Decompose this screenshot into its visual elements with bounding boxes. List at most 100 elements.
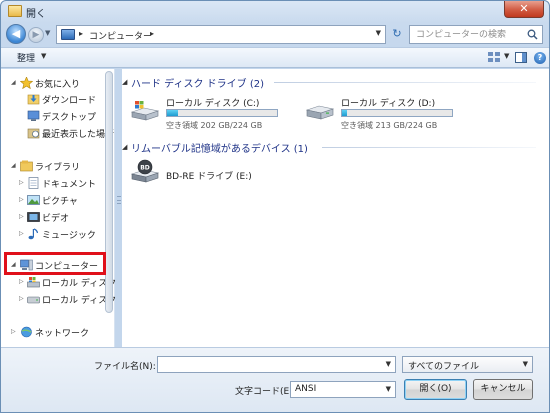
sidebar-item-documents[interactable]: ▷ ドキュメント xyxy=(1,175,115,191)
sidebar-item-pictures[interactable]: ▷ ピクチャ xyxy=(1,192,115,208)
recent-places-icon xyxy=(27,128,40,139)
drive-item-local-disk-c[interactable]: ローカル ディスク (C:) 空き領域 202 GB/224 GB xyxy=(130,96,290,132)
collapsed-arrow-icon[interactable]: ▷ xyxy=(11,328,16,335)
title-bar: 開く ✕ xyxy=(1,1,549,23)
group-divider xyxy=(274,82,536,83)
forward-button[interactable]: ▶ xyxy=(28,27,44,43)
navigation-pane: ◢ お気に入り ダウンロード デスクトップ 最近表示した場所 ◢ ライブラリ ▷… xyxy=(1,69,115,347)
filename-label: ファイル名(N): xyxy=(94,362,156,372)
command-toolbar: 整理 ▼ ▼ ? xyxy=(1,47,549,68)
encoding-value: ANSI xyxy=(295,384,317,394)
highlight-annotation xyxy=(4,252,106,275)
sidebar-item-libraries[interactable]: ◢ ライブラリ xyxy=(1,158,115,174)
encoding-label: 文字コード(E): xyxy=(235,387,296,397)
collapsed-arrow-icon[interactable]: ▷ xyxy=(19,179,24,186)
pane-splitter-grip[interactable] xyxy=(117,196,121,204)
open-button[interactable]: 開く(O) xyxy=(404,379,467,400)
removable-group-header[interactable]: ◢ リムーバブル記憶域があるデバイス (1) xyxy=(122,139,542,155)
pictures-icon xyxy=(27,195,40,205)
disk-icon xyxy=(305,105,335,120)
collapsed-arrow-icon[interactable]: ▷ xyxy=(19,230,24,237)
filename-combobox[interactable]: ▼ xyxy=(157,356,396,373)
address-dropdown-icon[interactable]: ▼ xyxy=(376,29,381,37)
sidebar-item-label: 最近表示した場所 xyxy=(42,130,115,140)
view-dropdown-icon[interactable]: ▼ xyxy=(504,52,509,60)
filename-dropdown-icon[interactable]: ▼ xyxy=(386,360,391,368)
filetype-select[interactable]: すべてのファイル ▼ xyxy=(402,356,533,373)
sidebar-item-label: デスクトップ xyxy=(42,113,97,123)
sidebar-item-local-disk-c[interactable]: ▷ ローカル ディスク (C:) xyxy=(1,274,115,290)
drive-free-space: 空き領域 202 GB/224 GB xyxy=(166,121,263,130)
drive-usage-fill xyxy=(342,110,348,116)
organize-button[interactable]: 整理 xyxy=(17,51,35,64)
expanded-arrow-icon[interactable]: ◢ xyxy=(11,79,16,86)
history-dropdown-icon[interactable]: ▼ xyxy=(45,29,50,37)
folder-icon xyxy=(8,5,22,17)
group-title: ハード ディスク ドライブ (2) xyxy=(131,79,265,90)
address-bar[interactable]: ▸ コンピューター ▸ ▼ xyxy=(56,25,386,44)
sidebar-item-label: ライブラリ xyxy=(35,163,81,173)
group-collapse-icon[interactable]: ◢ xyxy=(122,78,127,86)
window-title: 開く xyxy=(26,9,46,20)
music-icon xyxy=(28,228,39,240)
preview-pane-icon[interactable] xyxy=(515,52,527,63)
network-icon xyxy=(21,326,32,338)
disk-icon xyxy=(27,296,40,304)
sidebar-item-favorites[interactable]: ◢ お気に入り xyxy=(1,75,115,91)
collapsed-arrow-icon[interactable]: ▷ xyxy=(19,278,24,285)
sidebar-item-label: ミュージック xyxy=(42,231,96,241)
sidebar-item-local-disk-d[interactable]: ▷ ローカル ディスク (D:) xyxy=(1,291,115,307)
sidebar-item-recent-places[interactable]: 最近表示した場所 xyxy=(1,125,115,141)
search-box[interactable] xyxy=(409,25,543,44)
sidebar-item-downloads[interactable]: ダウンロード xyxy=(1,91,115,107)
bd-drive-icon: BD xyxy=(130,159,160,183)
refresh-button[interactable]: ↻ xyxy=(388,25,406,44)
back-button[interactable]: ◀ xyxy=(6,24,26,44)
encoding-select[interactable]: ANSI ▼ xyxy=(290,381,396,398)
file-controls-panel: ファイル名(N): ▼ すべてのファイル ▼ 文字コード(E): ANSI ▼ … xyxy=(1,347,549,412)
windows-disk-icon xyxy=(27,277,40,288)
sidebar-item-network[interactable]: ▷ ネットワーク xyxy=(1,324,115,340)
filetype-value: すべてのファイル xyxy=(408,362,480,372)
breadcrumb-computer[interactable]: コンピューター xyxy=(89,29,152,42)
expanded-arrow-icon[interactable]: ◢ xyxy=(11,162,16,169)
drive-item-local-disk-d[interactable]: ローカル ディスク (D:) 空き領域 213 GB/224 GB xyxy=(305,96,465,132)
close-button[interactable]: ✕ xyxy=(504,1,544,18)
videos-icon xyxy=(27,212,40,222)
drive-name: ローカル ディスク (D:) xyxy=(341,99,436,109)
sidebar-item-desktop[interactable]: デスクトップ xyxy=(1,108,115,124)
organize-dropdown-icon[interactable]: ▼ xyxy=(41,52,46,60)
computer-icon xyxy=(61,29,75,40)
hdd-group-header[interactable]: ◢ ハード ディスク ドライブ (2) xyxy=(122,74,542,90)
drive-usage-bar xyxy=(341,109,453,117)
search-icon[interactable] xyxy=(527,29,538,40)
drive-usage-fill xyxy=(167,110,178,116)
bd-badge-text: BD xyxy=(140,165,150,172)
sidebar-item-music[interactable]: ▷ ミュージック xyxy=(1,226,115,242)
change-view-icon[interactable] xyxy=(488,52,500,63)
collapsed-arrow-icon[interactable]: ▷ xyxy=(19,196,24,203)
group-collapse-icon[interactable]: ◢ xyxy=(122,143,127,151)
filename-input[interactable] xyxy=(158,357,380,372)
group-title: リムーバブル記憶域があるデバイス (1) xyxy=(131,144,308,155)
navigation-bar: ◀ ▶ ▼ ▸ コンピューター ▸ ▼ ↻ xyxy=(1,23,549,45)
sidebar-item-videos[interactable]: ▷ ビデオ xyxy=(1,209,115,225)
breadcrumb-separator-icon[interactable]: ▸ xyxy=(79,29,83,38)
desktop-icon xyxy=(27,110,40,121)
sidebar-item-label: ピクチャ xyxy=(42,197,78,207)
navigation-scrollbar[interactable] xyxy=(105,71,113,313)
search-input[interactable] xyxy=(410,26,524,43)
encoding-dropdown-icon[interactable]: ▼ xyxy=(386,385,391,393)
drive-name: BD-RE ドライブ (E:) xyxy=(166,172,252,182)
breadcrumb-separator-icon[interactable]: ▸ xyxy=(150,29,154,38)
collapsed-arrow-icon[interactable]: ▷ xyxy=(19,213,24,220)
cancel-button[interactable]: キャンセル xyxy=(473,379,533,400)
sidebar-item-label: ネットワーク xyxy=(35,329,90,339)
filetype-dropdown-icon[interactable]: ▼ xyxy=(523,360,528,368)
library-icon xyxy=(20,160,33,172)
content-pane: ◢ ハード ディスク ドライブ (2) ローカル ディスク (C:) 空き領域 … xyxy=(122,69,549,347)
collapsed-arrow-icon[interactable]: ▷ xyxy=(19,295,24,302)
drive-name: ローカル ディスク (C:) xyxy=(166,99,260,109)
help-icon[interactable]: ? xyxy=(534,52,546,64)
drive-free-space: 空き領域 213 GB/224 GB xyxy=(341,121,438,130)
